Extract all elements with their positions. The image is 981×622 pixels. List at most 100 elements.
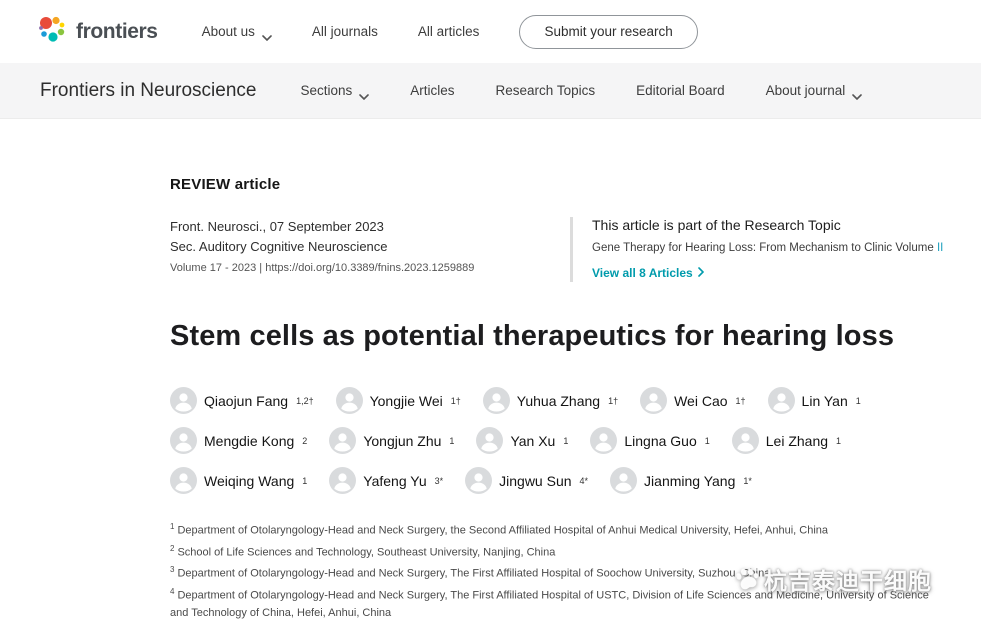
author-name: Yuhua Zhang [517,393,600,409]
tab-sections-label: Sections [300,83,352,98]
citation-block: Front. Neurosci., 07 September 2023 Sec.… [170,217,570,282]
research-topic-title-link[interactable]: Gene Therapy for Hearing Loss: From Mech… [592,241,948,256]
author-name: Yafeng Yu [363,473,426,489]
submit-research-button[interactable]: Submit your research [519,15,697,49]
author-avatar-icon [732,427,759,454]
journal-nav: Frontiers in Neuroscience Sections Artic… [0,63,981,119]
author-affiliation-sup: 1† [736,396,746,406]
author-name: Weiqing Wang [204,473,294,489]
author-avatar-icon [465,467,492,494]
author-avatar-icon [329,467,356,494]
tab-about-journal[interactable]: About journal [766,83,863,98]
article-page: REVIEW article Front. Neurosci., 07 Sept… [0,119,981,622]
author-name: Mengdie Kong [204,433,294,449]
author-avatar-icon [170,387,197,414]
affiliation-text: Department of Otolaryngology-Head and Ne… [170,590,929,619]
author-affiliation-sup: 1 [449,436,454,446]
tab-research-topics[interactable]: Research Topics [496,83,596,98]
author-name: Lei Zhang [766,433,828,449]
author-affiliation-sup: 1† [451,396,461,406]
author-avatar-icon [483,387,510,414]
citation-journal-date: Front. Neurosci., 07 September 2023 [170,217,570,237]
view-all-articles-label: View all 8 Articles [592,266,693,280]
tab-about-journal-label: About journal [766,83,846,98]
affiliation-item: 4Department of Otolaryngology-Head and N… [170,583,945,622]
citation-section: Sec. Auditory Cognitive Neuroscience [170,237,570,257]
affiliation-item: 1Department of Otolaryngology-Head and N… [170,518,945,540]
journal-title[interactable]: Frontiers in Neuroscience [40,80,256,102]
author-item[interactable]: Lingna Guo 1 [590,427,709,454]
tab-editorial-board-label: Editorial Board [636,83,725,98]
tab-sections[interactable]: Sections [300,83,369,98]
nav-all-articles[interactable]: All articles [418,24,480,39]
author-avatar-icon [768,387,795,414]
chevron-down-icon [359,88,369,94]
author-item[interactable]: Yongjun Zhu 1 [329,427,454,454]
author-affiliation-sup: 1† [608,396,618,406]
view-all-articles-link[interactable]: View all 8 Articles [592,266,704,280]
tab-research-topics-label: Research Topics [496,83,596,98]
author-avatar-icon [170,467,197,494]
author-item[interactable]: Yuhua Zhang 1† [483,387,618,414]
author-affiliation-sup: 1 [705,436,710,446]
author-name: Yongjun Zhu [363,433,441,449]
affiliation-item: 2School of Life Sciences and Technology,… [170,540,945,562]
affiliation-sup: 2 [170,544,174,553]
affiliation-text: Department of Otolaryngology-Head and Ne… [177,568,770,580]
nav-about-us[interactable]: About us [202,24,272,39]
research-topic-title-main: Gene Therapy for Hearing Loss: From Mech… [592,242,934,254]
article-meta-row: Front. Neurosci., 07 September 2023 Sec.… [170,217,965,282]
author-item[interactable]: Qiaojun Fang1,2† [170,387,314,414]
author-item[interactable]: Lei Zhang1 [732,427,841,454]
article-type-label: REVIEW article [170,176,965,193]
research-topic-block: This article is part of the Research Top… [570,217,948,282]
journal-nav-links: Sections Articles Research Topics Editor… [300,83,862,98]
author-avatar-icon [476,427,503,454]
author-affiliation-sup: 4* [580,476,589,486]
article-title: Stem cells as potential therapeutics for… [170,320,965,353]
author-name: Lingna Guo [624,433,696,449]
author-name: Jingwu Sun [499,473,571,489]
frontiers-logo-text: frontiers [76,20,158,44]
top-nav-links: About us All journals All articles [202,24,480,39]
author-name: Wei Cao [674,393,727,409]
author-avatar-icon [170,427,197,454]
tab-articles[interactable]: Articles [410,83,454,98]
author-avatar-icon [590,427,617,454]
chevron-down-icon [262,29,272,35]
volume-text: Volume 17 - 2023 | [170,262,265,274]
chevron-right-icon [698,266,704,280]
author-avatar-icon [329,427,356,454]
author-name: Yongjie Wei [370,393,443,409]
affiliation-sup: 3 [170,565,174,574]
author-item[interactable]: Yan Xu1 [476,427,568,454]
affiliation-text: Department of Otolaryngology-Head and Ne… [177,525,828,537]
tab-articles-label: Articles [410,83,454,98]
author-name: Lin Yan [802,393,848,409]
affiliation-text: School of Life Sciences and Technology, … [177,546,555,558]
affiliation-sup: 4 [170,587,174,596]
author-avatar-icon [640,387,667,414]
author-item[interactable]: Jianming Yang1* [610,467,752,494]
tab-editorial-board[interactable]: Editorial Board [636,83,725,98]
author-item[interactable]: Mengdie Kong2 [170,427,307,454]
research-topic-intro: This article is part of the Research Top… [592,217,948,233]
frontiers-logo[interactable]: frontiers [37,14,158,49]
author-item[interactable]: Yongjie Wei 1† [336,387,461,414]
author-item[interactable]: Yafeng Yu 3* [329,467,443,494]
author-affiliation-sup: 1,2† [296,396,314,406]
nav-all-journals[interactable]: All journals [312,24,378,39]
affiliation-item: 3Department of Otolaryngology-Head and N… [170,561,945,583]
author-item[interactable]: Lin Yan1 [768,387,861,414]
author-avatar-icon [610,467,637,494]
author-item[interactable]: Weiqing Wang1 [170,467,307,494]
author-item[interactable]: Jingwu Sun 4* [465,467,588,494]
author-affiliation-sup: 1* [743,476,752,486]
doi-link[interactable]: https://doi.org/10.3389/fnins.2023.12598… [265,262,474,274]
top-nav: frontiers About us All journals All arti… [0,0,981,63]
nav-all-articles-label: All articles [418,24,480,39]
authors-list: Qiaojun Fang1,2†Yongjie Wei1†Yuhua Zhang… [170,387,980,494]
nav-about-us-label: About us [202,24,255,39]
author-item[interactable]: Wei Cao 1† [640,387,745,414]
author-affiliation-sup: 3* [435,476,444,486]
